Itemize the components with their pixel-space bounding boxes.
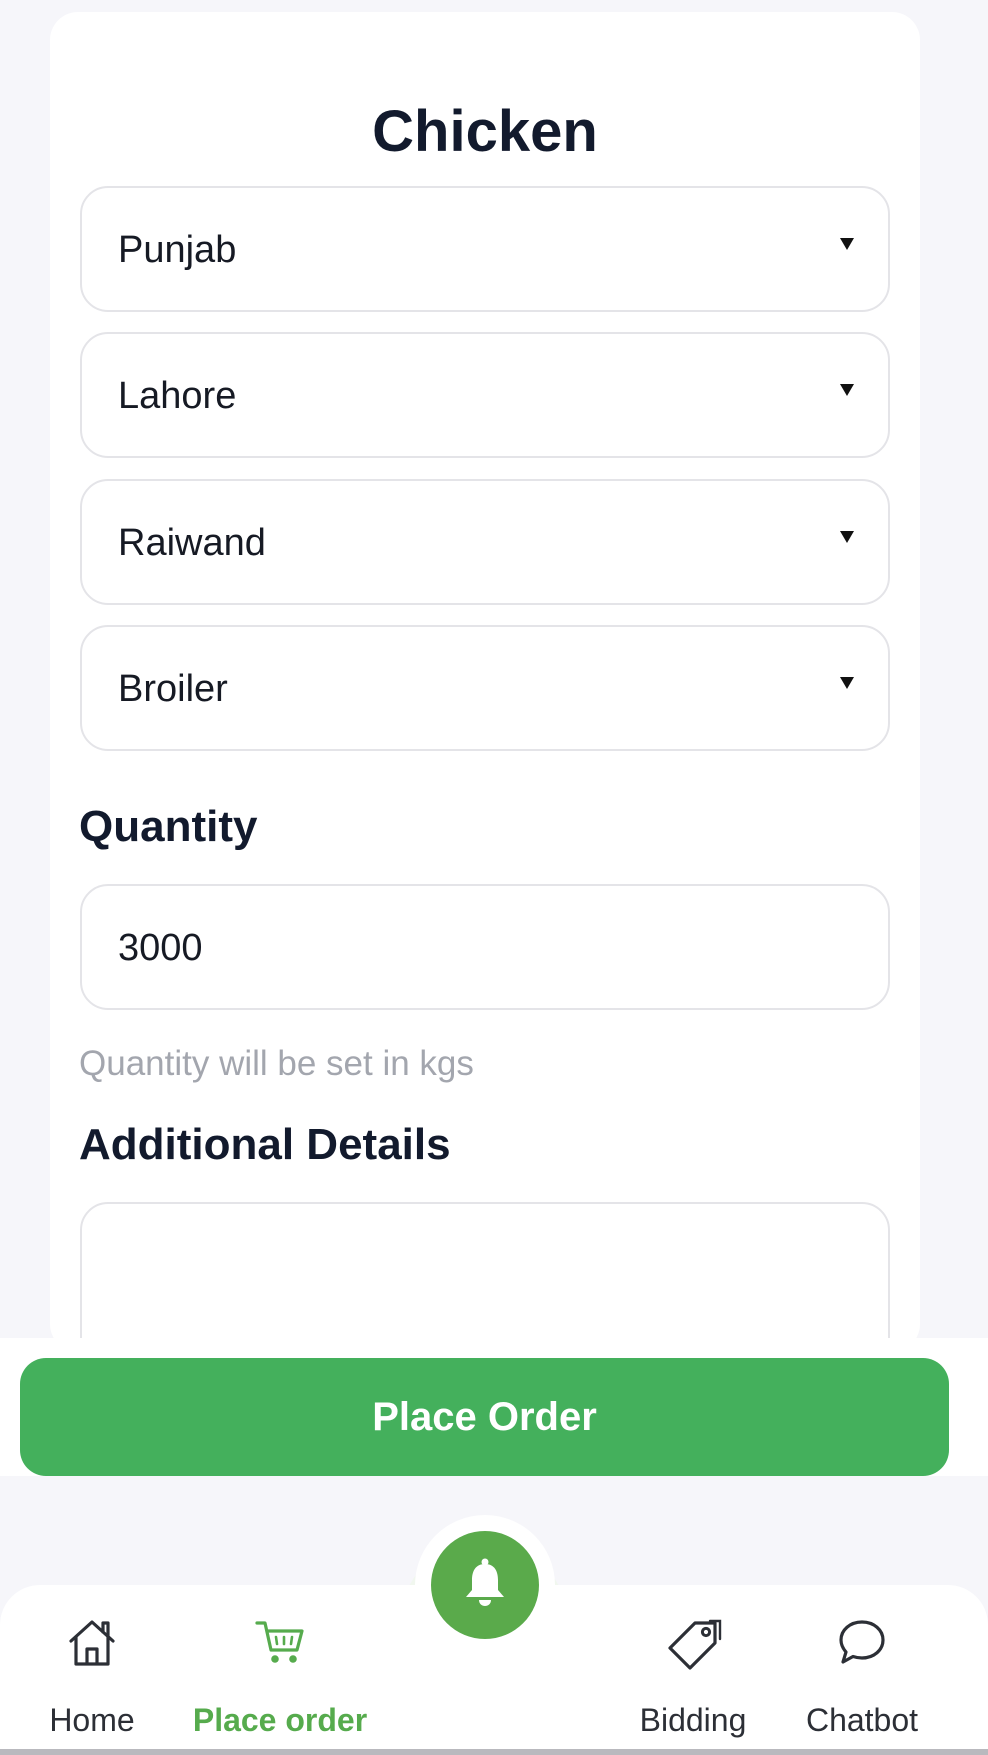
area-select[interactable]: Raiwand [80, 479, 890, 605]
dropdown-arrow-icon [840, 238, 854, 250]
nav-item-home[interactable]: Home [32, 1585, 152, 1755]
order-form-card: Chicken Punjab Lahore Raiwand Broiler Qu… [50, 12, 920, 1402]
home-icon [65, 1617, 119, 1674]
province-select-value: Punjab [118, 229, 237, 271]
dropdown-arrow-icon [840, 677, 854, 689]
nav-label-chatbot: Chatbot [805, 1702, 919, 1738]
nav-label-place-order: Place order [192, 1702, 368, 1738]
home-indicator-bar [0, 1749, 988, 1755]
area-select-value: Raiwand [118, 522, 266, 564]
place-order-button[interactable]: Place Order [20, 1358, 949, 1476]
action-bar: Place Order [0, 1338, 988, 1476]
breed-select[interactable]: Broiler [80, 625, 890, 751]
city-select-value: Lahore [118, 375, 237, 417]
place-order-screen: Chicken Punjab Lahore Raiwand Broiler Qu… [0, 0, 988, 1755]
dropdown-arrow-icon [840, 384, 854, 396]
dropdown-arrow-icon [840, 531, 854, 543]
nav-label-bidding: Bidding [639, 1702, 747, 1738]
city-select[interactable]: Lahore [80, 332, 890, 458]
quantity-label: Quantity [79, 802, 258, 851]
breed-select-value: Broiler [118, 668, 228, 710]
chat-bubble-icon [835, 1617, 889, 1674]
quantity-value: 3000 [118, 927, 203, 969]
cart-icon [254, 1617, 306, 1672]
bell-icon [461, 1557, 509, 1614]
quantity-hint: Quantity will be set in kgs [79, 1044, 474, 1083]
additional-details-label: Additional Details [79, 1120, 451, 1169]
tag-icon [664, 1617, 722, 1676]
nav-item-bidding[interactable]: Bidding [623, 1585, 763, 1755]
nav-item-chatbot[interactable]: Chatbot [792, 1585, 932, 1755]
province-select[interactable]: Punjab [80, 186, 890, 312]
quantity-input[interactable]: 3000 [80, 884, 890, 1010]
nav-label-home: Home [49, 1702, 135, 1738]
notifications-button[interactable] [431, 1531, 539, 1639]
nav-item-place-order[interactable]: Place order [180, 1585, 380, 1755]
page-title: Chicken [372, 99, 598, 164]
